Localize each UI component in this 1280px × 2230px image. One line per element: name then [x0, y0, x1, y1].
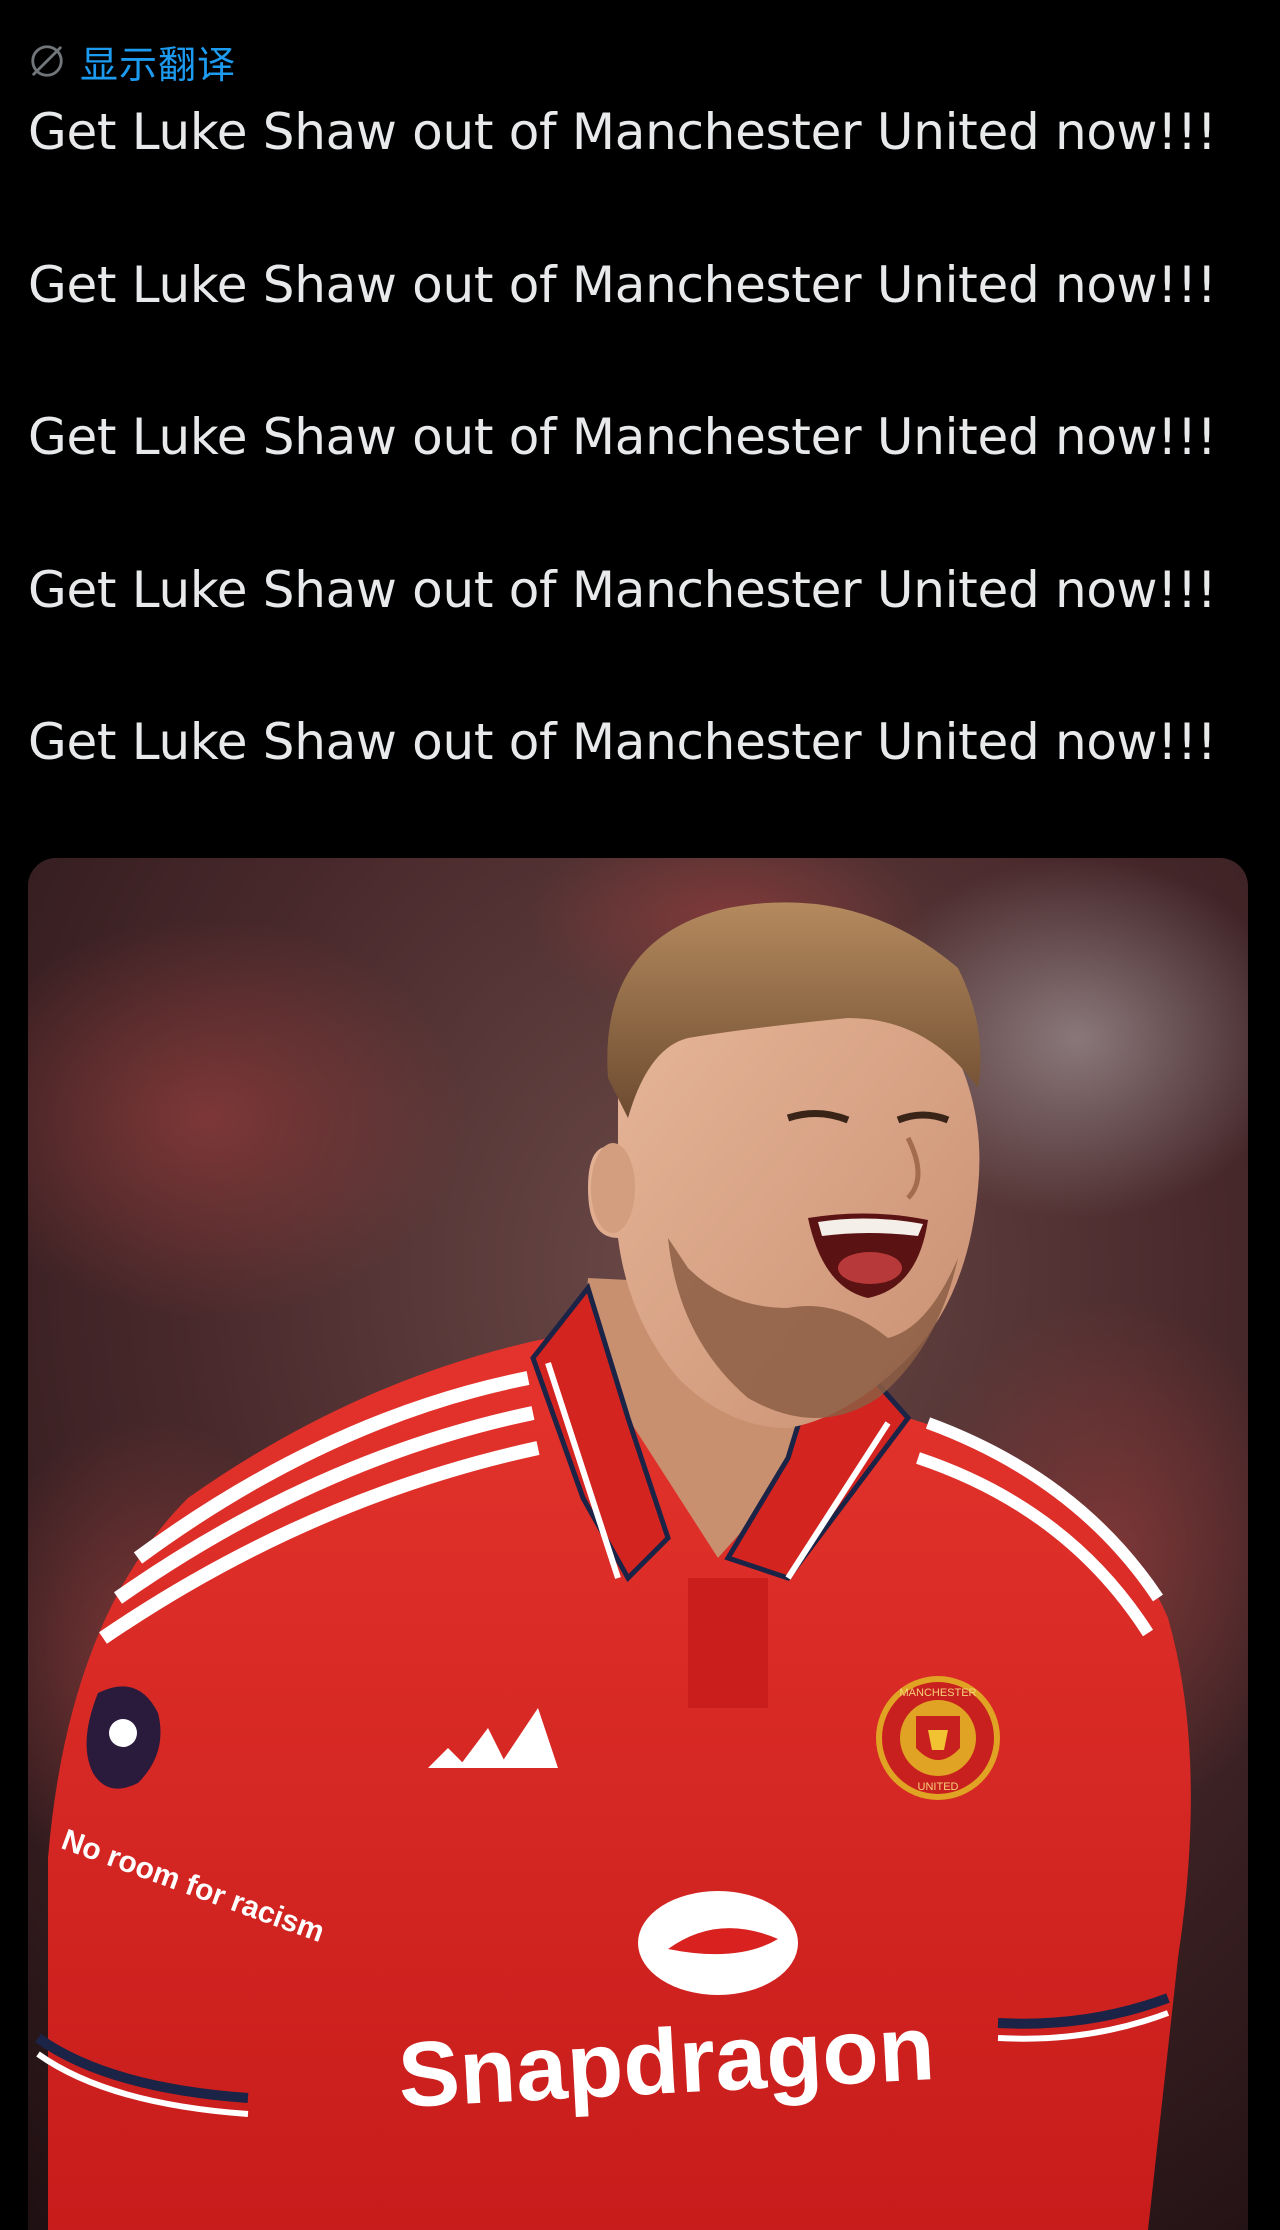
club-crest-logo: MANCHESTER UNITED [876, 1676, 1000, 1800]
badge-top-text: MANCHESTER [899, 1687, 976, 1699]
sponsor-logo [638, 1891, 798, 1995]
badge-bottom-text: UNITED [918, 1781, 959, 1793]
tweet-text-line: Get Luke Shaw out of Manchester United n… [28, 408, 1217, 466]
show-translation-button[interactable]: 显示翻译 [28, 36, 237, 87]
tweet-text-line: Get Luke Shaw out of Manchester United n… [28, 713, 1217, 771]
tweet-text-line: Get Luke Shaw out of Manchester United n… [28, 560, 1217, 619]
tweet-text: Get Luke Shaw out of Manchester United n… [28, 102, 1258, 865]
player-photo: MANCHESTER UNITED No room for racism Sna… [28, 858, 1248, 2230]
tweet-text-line: Get Luke Shaw out of Manchester United n… [28, 103, 1217, 161]
tweet-media-photo[interactable]: MANCHESTER UNITED No room for racism Sna… [28, 858, 1248, 2230]
show-translation-label: 显示翻译 [80, 42, 237, 87]
tweet-text-line: Get Luke Shaw out of Manchester United n… [28, 255, 1217, 314]
globe-icon [31, 45, 63, 77]
